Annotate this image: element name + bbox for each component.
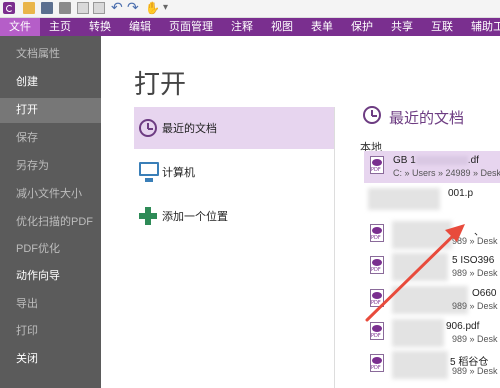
quick-access-toolbar: ↶ ↷ ✋ ▾ [0, 0, 500, 18]
sidebar-item-pdf-optimize[interactable]: PDF优化 [0, 239, 101, 259]
plus-icon [139, 207, 157, 225]
sidebar-item-close[interactable]: 关闭 [0, 349, 101, 369]
paste-icon[interactable] [93, 2, 105, 14]
tab-page-management[interactable]: 页面管理 [160, 18, 222, 36]
hand-tool-icon[interactable]: ✋ [145, 2, 160, 14]
recent-document-item[interactable]: 5 稻谷仓 989 » Desk [364, 349, 500, 381]
open-panel: 打开 最近的文档 计算机 添加一个位置 最近的文档 本地 GB 1.df C: … [101, 36, 500, 388]
recent-document-item[interactable]: 001.p [364, 184, 500, 216]
divider [334, 107, 335, 388]
document-path: C: » Users » 24989 » Desk [393, 168, 500, 178]
place-label: 计算机 [162, 167, 195, 179]
sidebar-item-optimize-scanned[interactable]: 优化扫描的PDF [0, 212, 101, 232]
document-name: 001.p [448, 188, 474, 199]
backstage-sidebar: 文档属性 创建 打开 保存 另存为 减小文件大小 优化扫描的PDF PDF优化 … [0, 36, 101, 388]
document-path: 989 » Desk [452, 366, 498, 376]
sidebar-item-print[interactable]: 打印 [0, 321, 101, 341]
sidebar-item-save[interactable]: 保存 [0, 128, 101, 148]
recent-document-item[interactable]: GB 1.df C: » Users » 24989 » Desk [364, 151, 500, 183]
save-icon[interactable] [41, 2, 53, 14]
recent-documents-title: 最近的文档 [389, 110, 465, 127]
more-icon[interactable]: ▾ [163, 2, 175, 14]
sidebar-item-create[interactable]: 创建 [0, 72, 101, 92]
place-computer[interactable]: 计算机 [134, 151, 334, 193]
place-label: 添加一个位置 [162, 211, 228, 223]
copy-icon[interactable] [77, 2, 89, 14]
pdf-file-icon [370, 354, 384, 372]
tab-form[interactable]: 表单 [302, 18, 342, 36]
tab-share[interactable]: 共享 [382, 18, 422, 36]
sidebar-item-reduce-size[interactable]: 减小文件大小 [0, 184, 101, 204]
document-name: O660 [472, 288, 497, 299]
sidebar-item-save-as[interactable]: 另存为 [0, 156, 101, 176]
tab-edit[interactable]: 编辑 [120, 18, 160, 36]
place-recent-documents[interactable]: 最近的文档 [134, 107, 334, 149]
redo-icon[interactable]: ↷ [127, 0, 139, 14]
sidebar-item-document-properties[interactable]: 文档属性 [0, 44, 101, 64]
open-locations-list: 最近的文档 计算机 添加一个位置 [134, 107, 334, 233]
undo-icon[interactable]: ↶ [111, 0, 123, 14]
tab-accessibility[interactable]: 辅助工具 [462, 18, 500, 36]
print-icon[interactable] [59, 2, 71, 14]
tab-view[interactable]: 视图 [262, 18, 302, 36]
tab-protect[interactable]: 保护 [342, 18, 382, 36]
sidebar-item-action-wizard[interactable]: 动作向导 [0, 266, 101, 286]
tab-connect[interactable]: 互联 [422, 18, 462, 36]
place-add-location[interactable]: 添加一个位置 [134, 195, 334, 237]
ribbon-tab-bar: 文件 主页 转换 编辑 页面管理 注释 视图 表单 保护 共享 互联 辅助工具 [0, 18, 500, 36]
computer-icon [139, 162, 159, 182]
pdf-file-icon [370, 156, 384, 174]
app-logo-icon[interactable] [3, 2, 15, 14]
tab-home[interactable]: 主页 [40, 18, 80, 36]
sidebar-item-export[interactable]: 导出 [0, 294, 101, 314]
document-name: GB 1 .df [393, 155, 479, 166]
place-label: 最近的文档 [162, 123, 217, 135]
sidebar-item-open[interactable]: 打开 [0, 98, 101, 123]
document-path: 989 » Desk [452, 334, 498, 344]
page-title: 打开 [134, 69, 187, 99]
tab-file[interactable]: 文件 [0, 18, 40, 36]
clock-icon [363, 106, 381, 124]
annotation-arrow [365, 224, 465, 322]
tab-convert[interactable]: 转换 [80, 18, 120, 36]
clock-icon [139, 119, 157, 137]
open-icon[interactable] [23, 2, 35, 14]
tab-comment[interactable]: 注释 [222, 18, 262, 36]
